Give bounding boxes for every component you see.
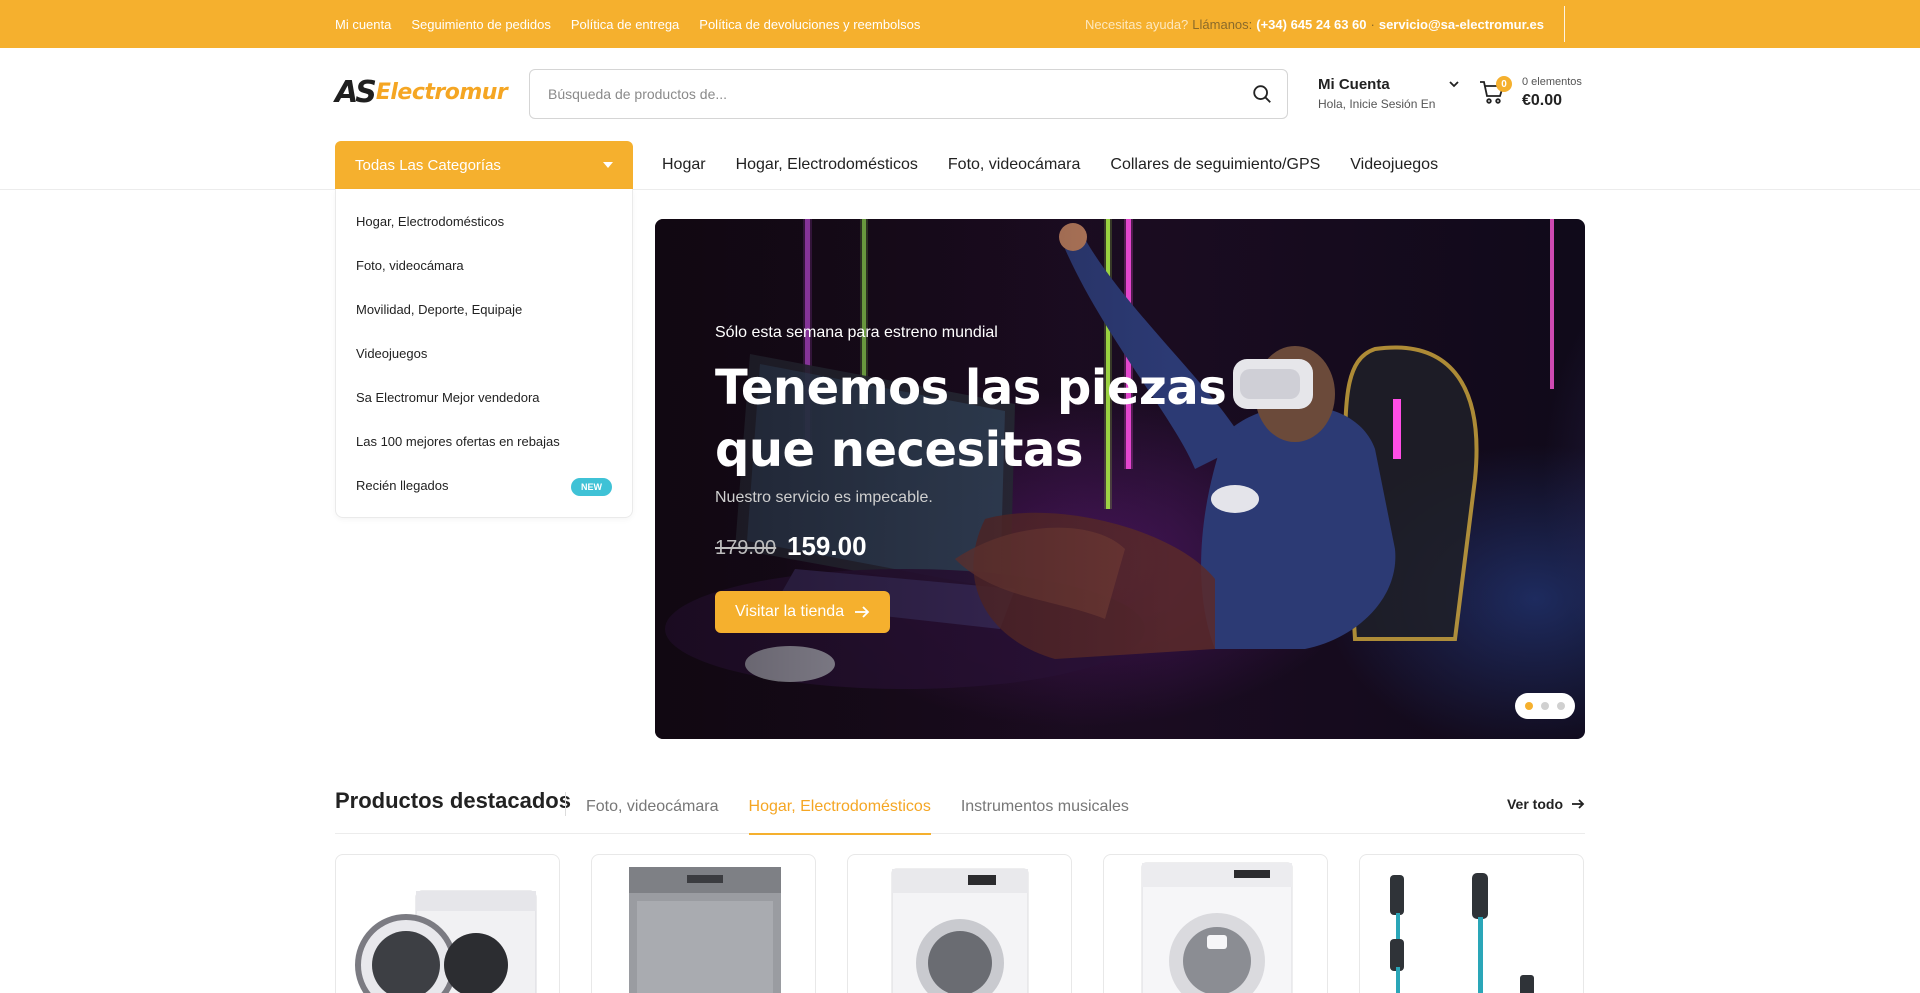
product-card[interactable] (335, 854, 560, 993)
logo-mark: AS (335, 74, 377, 110)
category-item[interactable]: Movilidad, Deporte, Equipaje (336, 287, 632, 331)
nav-divider (0, 189, 1920, 190)
account-menu[interactable]: Mi Cuenta Hola, Inicie Sesión En (1318, 76, 1459, 111)
new-badge: NEW (571, 478, 612, 496)
see-all-label: Ver todo (1506, 796, 1563, 812)
link-my-account[interactable]: Mi cuenta (335, 17, 391, 32)
help-text: Necesitas ayuda? (1084, 16, 1189, 32)
tab-electrodomesticos[interactable]: Hogar, Electrodomésticos (748, 780, 932, 835)
nav-item-hogar[interactable]: Hogar (662, 156, 706, 174)
slider-dot[interactable] (1541, 702, 1549, 710)
nav-item-electrodomesticos[interactable]: Hogar, Electrodomésticos (736, 156, 918, 174)
washing-machine-white-image (1141, 862, 1293, 993)
category-item[interactable]: Las 100 mejores ofertas en rebajas (336, 419, 632, 463)
nav-item-videojuegos[interactable]: Videojuegos (1350, 156, 1438, 174)
category-label: Las 100 mejores ofertas en rebajas (356, 433, 560, 449)
product-card[interactable] (1359, 854, 1584, 993)
slider-dots (1515, 693, 1575, 719)
link-order-tracking[interactable]: Seguimiento de pedidos (411, 17, 551, 32)
washing-machine-image (891, 868, 1029, 993)
arrow-right-icon (1572, 799, 1585, 809)
caret-down-icon (603, 162, 613, 168)
hero-old-price: 179.00 (715, 537, 777, 559)
slider-dot[interactable] (1557, 702, 1565, 710)
category-label: Videojuegos (356, 345, 428, 361)
featured-tabs: Foto, videocámara Hogar, Electrodoméstic… (586, 780, 1129, 835)
visit-store-label: Visitar la tienda (735, 603, 845, 620)
category-label: Movilidad, Deporte, Equipaje (356, 301, 523, 317)
hero-subtitle: Nuestro servicio es impecable. (715, 489, 933, 506)
tab-foto[interactable]: Foto, videocámara (586, 780, 719, 834)
product-card[interactable] (591, 854, 816, 993)
featured-divider (565, 792, 566, 816)
account-title: Mi Cuenta (1318, 76, 1390, 93)
category-label: Sa Electromur Mejor vendedora (356, 389, 540, 405)
cart-count-badge: 0 (1496, 76, 1512, 92)
main-nav: Hogar Hogar, Electrodomésticos Foto, vid… (662, 141, 1438, 189)
visit-store-button[interactable]: Visitar la tienda (715, 591, 891, 633)
phone-number[interactable]: (+34) 645 24 63 60 (1256, 17, 1366, 32)
all-categories-button[interactable]: Todas Las Categorías (335, 141, 633, 189)
top-links: Mi cuenta Seguimiento de pedidos Polític… (335, 0, 920, 48)
cart-total: €0.00 (1522, 92, 1563, 109)
hero-banner: Sólo esta semana para estreno mundial Te… (655, 219, 1585, 739)
site-logo[interactable]: AS Electromur (335, 74, 508, 110)
category-item[interactable]: Hogar, Electrodomésticos (336, 199, 632, 243)
all-categories-label: Todas Las Categorías (355, 156, 501, 174)
search-input[interactable] (548, 70, 1208, 118)
account-subtitle: Hola, Inicie Sesión En (1318, 97, 1436, 111)
category-label: Foto, videocámara (356, 257, 464, 273)
cart-items: 0 elementos (1522, 76, 1582, 88)
category-item[interactable]: Videojuegos (336, 331, 632, 375)
nav-item-foto[interactable]: Foto, videocámara (948, 156, 1081, 174)
product-card[interactable] (1103, 854, 1328, 993)
cart[interactable]: 0 0 elementos €0.00 (1478, 76, 1628, 116)
link-delivery-policy[interactable]: Política de entrega (571, 17, 679, 32)
chevron-down-icon (1449, 81, 1459, 88)
logo-word: Electromur (375, 79, 508, 105)
call-text: Llámanos: (1192, 16, 1253, 32)
hero-title: Tenemos las piezas que necesitas (715, 360, 1227, 478)
washing-machine-open-image (355, 890, 537, 993)
tab-instrumentos[interactable]: Instrumentos musicales (961, 780, 1129, 834)
category-label: Recién llegados (356, 477, 449, 493)
category-label: Hogar, Electrodomésticos (356, 213, 505, 229)
featured-title: Productos destacados (335, 788, 571, 813)
hero-new-price: 159.00 (787, 531, 867, 561)
nav-item-gps[interactable]: Collares de seguimiento/GPS (1110, 156, 1320, 174)
category-panel: Hogar, Electrodomésticos Foto, videocáma… (335, 189, 633, 518)
top-bar-divider (1564, 6, 1565, 42)
slider-dot[interactable] (1525, 702, 1533, 710)
search-bar (529, 69, 1288, 119)
dishwasher-image (629, 867, 781, 993)
top-bar: Mi cuenta Seguimiento de pedidos Polític… (0, 0, 1920, 48)
contact-separator: · (1370, 16, 1375, 32)
link-returns-policy[interactable]: Política de devoluciones y reembolsos (699, 17, 920, 32)
product-card[interactable] (847, 854, 1072, 993)
stick-vacuum-image (1390, 873, 1534, 993)
help-contact: Necesitas ayuda? Llámanos: (+34) 645 24 … (1085, 0, 1544, 48)
arrow-right-icon (855, 606, 870, 618)
hero-pretitle: Sólo esta semana para estreno mundial (715, 324, 998, 341)
featured-products-header: Productos destacados Foto, videocámara H… (335, 780, 1585, 835)
category-item[interactable]: Recién llegados NEW (336, 463, 632, 507)
product-grid (335, 854, 1585, 993)
search-icon[interactable] (1251, 83, 1273, 105)
category-item[interactable]: Sa Electromur Mejor vendedora (336, 375, 632, 419)
category-item[interactable]: Foto, videocámara (336, 243, 632, 287)
see-all-link[interactable]: Ver todo (1507, 796, 1585, 812)
email-address[interactable]: servicio@sa-electromur.es (1379, 17, 1544, 32)
